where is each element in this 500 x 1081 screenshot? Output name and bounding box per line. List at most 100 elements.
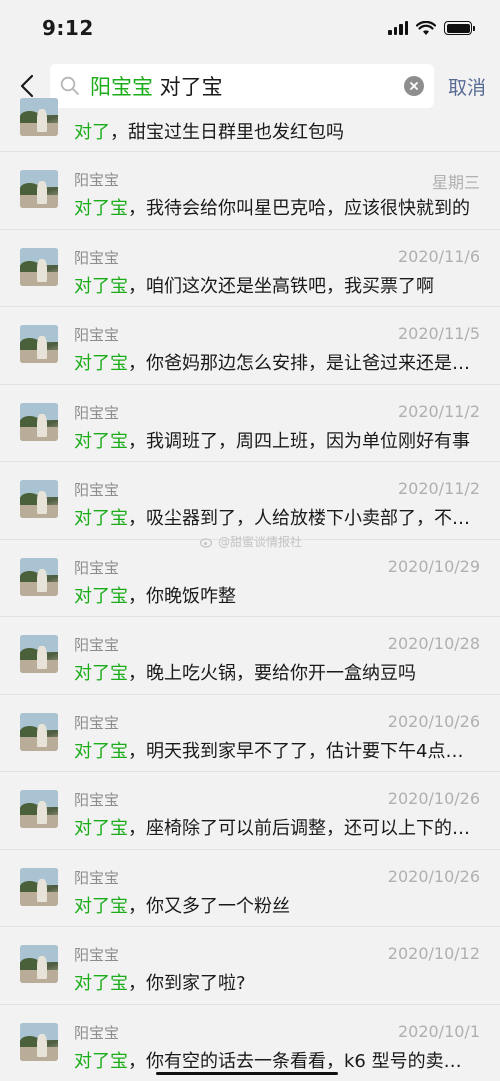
message-snippet: 对了宝，吸尘器到了，人给放楼下小卖部了，不… — [74, 504, 480, 530]
message-text: ，晚上吃火锅，要给你开一盒纳豆吗 — [128, 663, 416, 684]
search-bar: 阳宝宝 对了宝 取消 — [0, 56, 500, 116]
avatar — [20, 480, 58, 518]
message-snippet: 对了宝，座椅除了可以前后调整，还可以上下的… — [74, 814, 480, 840]
message-text: ，你晚饭咋整 — [128, 585, 236, 607]
message-snippet: 对了宝，我调班了，周四上班，因为单位刚好有事 — [74, 427, 480, 453]
contact-name: 阳宝宝 — [74, 713, 120, 732]
search-result-item[interactable]: 阳宝宝 2020/11/2 对了宝，我调班了，周四上班，因为单位刚好有事 — [0, 385, 500, 462]
avatar — [20, 790, 58, 828]
message-date: 2020/10/26 — [387, 711, 480, 731]
search-result-item[interactable]: 阳宝宝 2020/10/1 对了宝，你有空的话去一条看看，k6 型号的卖… — [0, 1005, 500, 1081]
search-result-item[interactable]: 阳宝宝 2020/10/12 对了宝，你到家了啦? — [0, 927, 500, 1005]
search-result-item[interactable]: 阳宝宝 星期三对了宝，我待会给你叫星巴克哈，应该很快就到的 — [0, 152, 500, 230]
avatar — [20, 247, 58, 286]
battery-icon — [444, 21, 475, 35]
message-date: 2020/10/29 — [387, 556, 480, 576]
message-text: ，你有空的话去一条看看，k6 型号的卖… — [128, 1050, 462, 1072]
search-results-list: 对了，甜宝过生日群里也发红包吗 阳宝宝 星期三 对了宝，我待会给你叫星巴克哈，应该很… — [0, 98, 500, 1081]
message-date: 2020/11/6 — [397, 246, 480, 266]
message-date: 2020/10/12 — [387, 944, 480, 963]
avatar — [20, 98, 58, 136]
contact-name: 阳宝宝 — [74, 946, 120, 964]
keyword-highlight: 对了宝 — [74, 585, 128, 607]
search-query[interactable]: 阳宝宝 对了宝 — [90, 71, 404, 101]
message-text: ，咱们这次还是坐高铁吧，我买票了啊 — [128, 275, 434, 297]
signal-icon — [388, 21, 408, 35]
message-text: ，你爸妈那边怎么安排，是让爸过来还是… — [128, 353, 470, 374]
keyword-highlight: 对了宝 — [74, 895, 128, 917]
message-text: ，我待会给你叫星巴克哈，应该很快就到的 — [128, 198, 470, 219]
message-snippet: 对了宝，你晚饭咋整 — [74, 582, 480, 608]
keyword-highlight: 对了宝 — [74, 430, 128, 452]
message-snippet: 对了宝，你爸妈那边怎么安排，是让爸过来还是… — [74, 349, 480, 375]
avatar — [20, 402, 58, 441]
keyword-highlight: 对了宝 — [74, 198, 128, 219]
search-icon — [60, 76, 79, 95]
message-text: ，甜宝过生日群里也发红包吗 — [110, 122, 344, 143]
search-input[interactable]: 阳宝宝 对了宝 — [50, 64, 434, 108]
message-text: ，座椅除了可以前后调整，还可以上下的… — [128, 818, 470, 839]
search-result-item[interactable]: 阳宝宝 2020/10/26 对了宝，座椅除了可以前后调整，还可以上下的… — [0, 772, 500, 850]
avatar — [20, 712, 58, 751]
message-text: ，我调班了，周四上班，因为单位刚好有事 — [128, 430, 470, 452]
message-date: 2020/11/2 — [397, 401, 480, 421]
contact-name: 阳宝宝 — [74, 481, 120, 499]
close-icon — [410, 82, 418, 90]
contact-name: 阳宝宝 — [74, 1023, 120, 1042]
search-result-item[interactable]: 阳宝宝 2020/10/26 对了宝，你又多了一个粉丝 — [0, 850, 500, 927]
message-snippet: 对了，甜宝过生日群里也发红包吗 — [74, 118, 480, 144]
message-snippet: 对了宝，明天我到家早不了了，估计要下午4点… — [74, 737, 480, 763]
contact-name: 阳宝宝 — [74, 326, 120, 344]
contact-name: 阳宝宝 — [74, 558, 120, 577]
avatar — [20, 867, 58, 906]
search-query-rest: 对了宝 — [153, 75, 223, 99]
wifi-icon — [416, 20, 436, 35]
clear-search-button[interactable] — [403, 76, 424, 96]
watermark-text: @甜蜜谈情报社 — [218, 535, 303, 549]
cancel-button[interactable]: 取消 — [448, 73, 486, 100]
message-text: ，你到家了啦? — [128, 973, 246, 994]
keyword-highlight: 对了宝 — [74, 1050, 128, 1072]
search-result-item[interactable]: 阳宝宝 2020/11/5 对了宝，你爸妈那边怎么安排，是让爸过来还是… — [0, 307, 500, 385]
keyword-highlight: 对了宝 — [74, 740, 128, 762]
search-result-item[interactable]: 阳宝宝 2020/11/6 对了宝，咱们这次还是坐高铁吧，我买票了啊 — [0, 230, 500, 307]
message-date: 2020/10/1 — [397, 1021, 480, 1041]
status-bar: 9:12 — [0, 0, 500, 56]
watermark: @甜蜜谈情报社 — [200, 533, 302, 550]
message-snippet: 对了宝，你有空的话去一条看看，k6 型号的卖… — [74, 1047, 480, 1073]
message-snippet: 对了宝，你又多了一个粉丝 — [74, 892, 480, 918]
message-snippet: 对了宝，晚上吃火锅，要给你开一盒纳豆吗 — [74, 659, 480, 685]
keyword-highlight: 对了宝 — [74, 353, 128, 374]
message-snippet: 对了宝，你到家了啦? — [74, 969, 480, 995]
message-text: ，明天我到家早不了了，估计要下午4点… — [128, 740, 464, 762]
message-date: 2020/10/28 — [387, 634, 480, 653]
keyword-highlight: 对了宝 — [74, 973, 128, 994]
contact-name: 阳宝宝 — [74, 403, 120, 422]
message-snippet: 对了宝，我待会给你叫星巴克哈，应该很快就到的 — [74, 194, 480, 220]
message-date: 星期三 — [431, 173, 480, 192]
underline-mark — [156, 1072, 338, 1075]
search-result-item[interactable]: 阳宝宝 2020/10/28 对了宝，晚上吃火锅，要给你开一盒纳豆吗 — [0, 617, 500, 695]
search-result-item[interactable]: 阳宝宝 2020/10/29 对了宝，你晚饭咋整 — [0, 540, 500, 617]
search-result-item[interactable]: 阳宝宝 2020/11/2 对了宝，吸尘器到了，人给放楼下小卖部了，不… — [0, 462, 500, 540]
avatar — [20, 170, 58, 208]
contact-name: 阳宝宝 — [74, 636, 120, 654]
message-text: ，你又多了一个粉丝 — [128, 895, 290, 917]
avatar — [20, 1022, 58, 1061]
weibo-logo-icon — [200, 537, 213, 548]
status-icons — [388, 20, 475, 36]
chevron-left-icon — [20, 74, 34, 98]
avatar — [20, 557, 58, 596]
keyword-highlight: 对了宝 — [74, 275, 128, 297]
avatar — [20, 635, 58, 673]
contact-name: 阳宝宝 — [74, 248, 120, 267]
search-result-item[interactable]: 阳宝宝 2020/10/26 对了宝，明天我到家早不了了，估计要下午4点… — [0, 695, 500, 772]
message-date: 2020/11/5 — [397, 324, 480, 343]
keyword-highlight: 对了宝 — [74, 663, 128, 684]
contact-name: 阳宝宝 — [74, 171, 120, 189]
contact-name: 阳宝宝 — [74, 868, 120, 887]
search-result-item[interactable]: 对了，甜宝过生日群里也发红包吗 — [0, 98, 500, 152]
status-time: 9:12 — [42, 16, 94, 40]
avatar — [20, 325, 58, 363]
message-date: 2020/11/2 — [397, 479, 480, 498]
